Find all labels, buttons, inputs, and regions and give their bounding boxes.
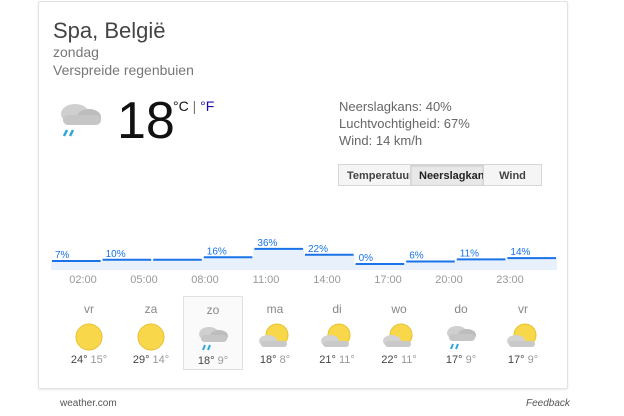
hour-label: 20:00 [435, 274, 463, 286]
unit-separator: | [192, 98, 197, 114]
forecast-high: 24° [70, 354, 88, 366]
forecast-day-name: vr [518, 302, 528, 316]
partly-cloudy-icon [507, 323, 537, 347]
wind-speed: Wind: 14 km/h [339, 133, 423, 148]
unit-fahrenheit[interactable]: °F [200, 98, 214, 114]
forecast-low: 9° [527, 354, 539, 366]
chart-label: 14% [510, 247, 530, 258]
partly-cloudy-icon [259, 323, 289, 347]
chart-label: 10% [106, 249, 126, 260]
forecast-day[interactable]: za 29° 14° [121, 296, 181, 370]
chart-label: 36% [257, 238, 277, 249]
partly-cloudy-icon [383, 323, 413, 347]
chart-tabs: Temperatuur Neerslagkans Wind [338, 164, 542, 186]
forecast-low: 14° [152, 354, 170, 366]
partly-cloudy-icon [321, 323, 351, 347]
forecast-day[interactable]: zo 18° 9° [183, 296, 243, 370]
forecast-temps: 17° 9° [493, 354, 553, 366]
tab-precipitation[interactable]: Neerslagkans [410, 164, 491, 186]
forecast-day-name: zo [206, 303, 220, 317]
forecast-day-name: ma [266, 302, 284, 316]
forecast-temps: 21° 11° [307, 354, 367, 366]
sun-icon [137, 323, 165, 351]
forecast-low: 8° [279, 354, 291, 366]
chart-label: 11% [460, 248, 479, 259]
precipitation-chart: 7% 10% 16% 36% 22% 0% 6% 11% 14% [51, 238, 557, 270]
forecast-temps: 17° 9° [431, 354, 491, 366]
forecast-high: 18° [259, 354, 277, 366]
forecast-day-name: di [332, 302, 342, 316]
feedback-link[interactable]: Feedback [526, 398, 570, 409]
hour-label: 14:00 [313, 274, 341, 286]
chart-label: 16% [207, 246, 227, 257]
forecast-high: 29° [132, 354, 150, 366]
sun-icon [75, 323, 103, 351]
forecast-high: 18° [197, 355, 215, 367]
forecast-low: 9° [217, 355, 229, 367]
forecast-day-name: vr [84, 302, 94, 316]
forecast-temps: 18° 9° [184, 355, 242, 367]
chart-label: 22% [308, 244, 328, 255]
forecast-day-name: do [454, 302, 468, 316]
hour-label: 17:00 [374, 274, 402, 286]
location-title: Spa, België [53, 18, 166, 43]
weather-details: Neerslagkans: 40% Luchtvochtigheid: 67% … [339, 98, 470, 149]
humidity: Luchtvochtigheid: 67% [339, 116, 470, 131]
forecast-low: 9° [465, 354, 477, 366]
hour-label: 08:00 [191, 274, 219, 286]
forecast-high: 22° [381, 354, 398, 366]
hour-label: 02:00 [69, 274, 97, 286]
forecast-day[interactable]: ma 18° 8° [245, 296, 305, 370]
tab-wind[interactable]: Wind [483, 164, 542, 186]
hour-label: 11:00 [252, 274, 280, 286]
forecast-day-name: za [144, 302, 158, 316]
hour-axis: 02:00 05:00 08:00 11:00 14:00 17:00 20:00 23:00 [51, 274, 557, 288]
forecast-high: 17° [507, 354, 525, 366]
forecast-day-name: wo [391, 302, 407, 316]
rain-icon [447, 326, 476, 350]
forecast-day[interactable]: wo 22° 11° [369, 296, 429, 370]
chart-label: 6% [409, 250, 424, 261]
unit-toggle: °C | °F [173, 98, 214, 114]
rain-icon [199, 327, 228, 351]
forecast-temps: 29° 14° [121, 354, 181, 366]
unit-celsius[interactable]: °C [173, 98, 189, 114]
forecast-temps: 24° 15° [59, 354, 119, 366]
daily-forecast: vr 24° 15° za 29° 14° zo 18° 9° ma 18° 8° di 21° … [59, 296, 553, 372]
precipitation-chance: Neerslagkans: 40% [339, 99, 452, 114]
condition-label: Verspreide regenbuien [53, 62, 194, 78]
weather-card: Spa, België zondag Verspreide regenbuien… [38, 1, 568, 389]
chart-label: 0% [359, 253, 374, 264]
hour-label: 05:00 [130, 274, 158, 286]
forecast-day[interactable]: di 21° 11° [307, 296, 367, 370]
hour-label: 23:00 [496, 274, 524, 286]
forecast-temps: 22° 11° [369, 354, 429, 366]
source-link[interactable]: weather.com [60, 398, 117, 409]
current-temperature: 18 [117, 92, 175, 150]
rain-cloud-icon [61, 104, 101, 137]
forecast-high: 17° [445, 354, 463, 366]
forecast-low: 11° [400, 354, 417, 366]
forecast-day[interactable]: do 17° 9° [431, 296, 491, 370]
chart-label: 7% [55, 250, 70, 261]
forecast-low: 11° [338, 354, 355, 366]
forecast-temps: 18° 8° [245, 354, 305, 366]
day-label: zondag [53, 44, 99, 60]
forecast-low: 15° [90, 354, 108, 366]
forecast-high: 21° [319, 354, 336, 366]
forecast-day[interactable]: vr 17° 9° [493, 296, 553, 370]
tab-temperature[interactable]: Temperatuur [338, 164, 413, 186]
forecast-day[interactable]: vr 24° 15° [59, 296, 119, 370]
